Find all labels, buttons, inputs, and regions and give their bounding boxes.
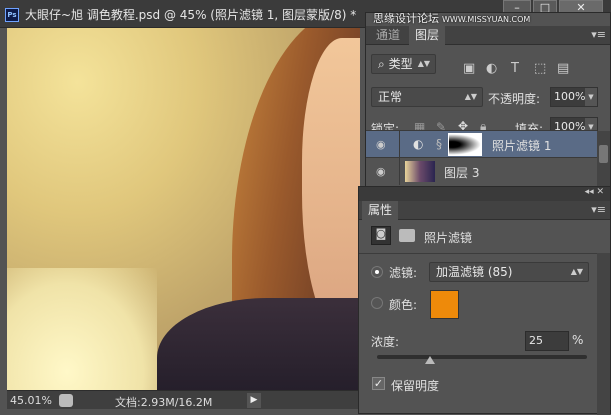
preserve-luminosity-checkbox[interactable]: ✓ (372, 377, 385, 390)
layer-name[interactable]: 照片滤镜 1 (492, 137, 551, 154)
opacity-input[interactable]: 100% ▼ (550, 87, 598, 107)
opacity-label: 不透明度: (488, 92, 541, 106)
panel-collapse-controls[interactable]: ◂◂ ✕ (359, 187, 610, 201)
mask-icon[interactable] (399, 229, 415, 242)
export-icon[interactable] (59, 394, 73, 407)
density-input[interactable]: 25 (525, 331, 569, 351)
status-bar: 45.01% 文档:2.93M/16.2M ▶ (7, 390, 360, 409)
photo-coat (157, 298, 360, 390)
adjustment-icon: ◐ (413, 137, 424, 151)
density-slider[interactable] (377, 355, 587, 359)
shape-filter-icon[interactable]: ⬚ (534, 61, 546, 76)
properties-title: 照片滤镜 (424, 231, 473, 245)
preserve-luminosity-label: 保留明度 (391, 379, 440, 393)
link-icon[interactable]: § (436, 137, 442, 151)
filter-kind-select[interactable]: ⌕ 类型 ▲▼ (371, 54, 436, 74)
image-canvas[interactable] (7, 28, 360, 390)
adjustment-camera-icon[interactable]: ◙ (371, 226, 391, 245)
layers-scrollbar[interactable] (597, 131, 610, 187)
adjustment-filter-icon[interactable]: ◐ (486, 61, 497, 76)
eye-icon[interactable]: ◉ (376, 165, 386, 178)
eye-icon[interactable]: ◉ (376, 138, 386, 151)
layer-mask-thumbnail[interactable] (448, 133, 482, 156)
smart-object-filter-icon[interactable]: ▤ (557, 61, 569, 76)
layer-row[interactable]: ◉ ◐ § 照片滤镜 1 (366, 130, 597, 158)
layer-row[interactable]: ◉ 图层 3 (366, 157, 597, 185)
zoom-level[interactable]: 45.01% (10, 394, 52, 407)
layer-thumbnail (405, 161, 435, 182)
panel-menu-icon[interactable]: ▾≡ (591, 28, 606, 41)
tab-layers[interactable]: 图层 (409, 26, 446, 45)
density-slider-thumb[interactable] (424, 356, 435, 364)
layers-panel: 通道 图层 ▾≡ ⌕ 类型 ▲▼ ▣ ◐ T ⬚ ▤ 正常 ▲▼ 不透明度: 100… (365, 12, 611, 187)
filter-radio[interactable] (371, 266, 383, 278)
panel-menu-icon[interactable]: ▾≡ (591, 203, 606, 216)
density-unit: % (572, 333, 584, 347)
blend-mode-select[interactable]: 正常 ▲▼ (371, 87, 483, 107)
status-menu-arrow[interactable]: ▶ (247, 393, 261, 408)
watermark: 思缘设计论坛 WWW.MISSYUAN.COM (373, 12, 531, 25)
search-icon: ⌕ (378, 57, 385, 71)
type-filter-icon[interactable]: T (511, 61, 519, 76)
doc-info: 文档:2.93M/16.2M (115, 396, 213, 409)
pixel-filter-icon[interactable]: ▣ (463, 61, 475, 76)
properties-panel: ◂◂ ✕ 属性 ▾≡ ◙ 照片滤镜 滤镜: 加温滤镜 (85) ▲▼ 颜色: 浓度… (358, 186, 611, 415)
photoshop-logo-icon: Ps (5, 8, 19, 22)
density-label: 浓度: (371, 335, 400, 349)
layer-name[interactable]: 图层 3 (444, 164, 479, 181)
tab-channels[interactable]: 通道 (370, 26, 406, 45)
color-label: 颜色: (389, 298, 418, 312)
document-title: 大眼仔~旭 调色教程.psd @ 45% (照片滤镜 1, 图层蒙版/8) * (25, 8, 357, 22)
properties-scrollbar[interactable] (597, 253, 610, 415)
tab-properties[interactable]: 属性 (362, 201, 399, 220)
filter-select[interactable]: 加温滤镜 (85) ▲▼ (429, 262, 589, 282)
photo-light (7, 268, 157, 390)
color-swatch[interactable] (430, 290, 459, 319)
color-radio[interactable] (371, 297, 383, 309)
filter-label: 滤镜: (389, 266, 418, 280)
